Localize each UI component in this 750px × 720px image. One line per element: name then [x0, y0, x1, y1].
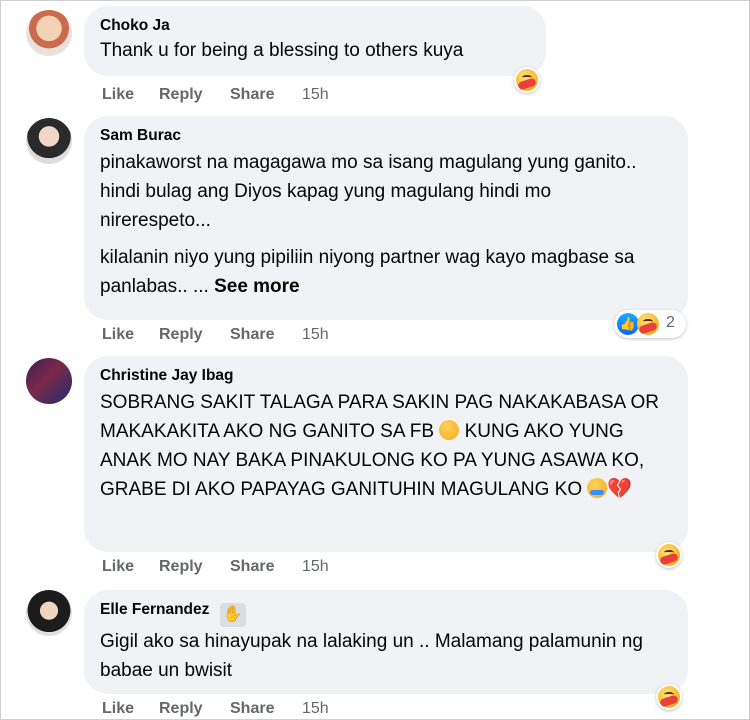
like-reaction-icon: 👍	[617, 313, 639, 335]
avatar[interactable]	[26, 10, 72, 56]
comment-bubble: Elle Fernandez ✋ Gigil ako sa hinayupak …	[84, 590, 688, 694]
comment-text-part: kilalanin niyo yung pipiliin niyong part…	[100, 247, 635, 297]
care-reaction-icon[interactable]	[514, 67, 540, 93]
share-button[interactable]: Share	[230, 86, 274, 104]
timestamp[interactable]: 15h	[302, 326, 329, 344]
reaction-count: 2	[666, 314, 675, 331]
timestamp[interactable]: 15h	[302, 700, 329, 718]
reply-button[interactable]: Reply	[159, 86, 203, 104]
broken-heart-emoji: 💔	[607, 478, 633, 500]
care-reaction-icon[interactable]	[656, 684, 682, 710]
comment-bubble: Choko Ja Thank u for being a blessing to…	[84, 6, 546, 76]
reply-button[interactable]: Reply	[159, 326, 203, 344]
avatar[interactable]	[26, 590, 72, 636]
like-button[interactable]: Like	[102, 86, 134, 104]
reply-button[interactable]: Reply	[159, 700, 203, 718]
comment-text: pinakaworst na magagawa mo sa isang magu…	[100, 152, 637, 231]
avatar[interactable]	[26, 358, 72, 404]
waving-hand-icon[interactable]: ✋	[219, 603, 246, 627]
see-more-link[interactable]: See more	[214, 276, 300, 297]
avatar[interactable]	[26, 118, 72, 164]
like-button[interactable]: Like	[102, 558, 134, 576]
crying-face-emoji	[587, 478, 608, 498]
care-reaction-icon[interactable]	[656, 542, 682, 568]
comment-author: Elle Fernandez ✋	[100, 600, 246, 627]
share-button[interactable]: Share	[230, 326, 274, 344]
sad-face-emoji	[439, 420, 460, 440]
reaction-summary[interactable]: 👍 2	[614, 310, 686, 338]
comment-bubble: Sam Burac pinakaworst na magagawa mo sa …	[84, 116, 688, 320]
comment-text: SOBRANG SAKIT TALAGA PARA SAKIN PAG NAKA…	[100, 388, 660, 504]
comment-text: kilalanin niyo yung pipiliin niyong part…	[100, 243, 660, 301]
timestamp[interactable]: 15h	[302, 86, 329, 104]
reply-button[interactable]: Reply	[159, 558, 203, 576]
like-button[interactable]: Like	[102, 326, 134, 344]
author-name[interactable]: Elle Fernandez	[100, 601, 209, 618]
care-reaction-icon	[637, 313, 659, 335]
comment-text: Thank u for being a blessing to others k…	[100, 40, 464, 61]
share-button[interactable]: Share	[230, 700, 274, 718]
comment-bubble: Christine Jay Ibag SOBRANG SAKIT TALAGA …	[84, 356, 688, 552]
timestamp[interactable]: 15h	[302, 558, 329, 576]
comment-author[interactable]: Sam Burac	[100, 126, 181, 146]
comment-author[interactable]: Choko Ja	[100, 16, 170, 36]
comment-author[interactable]: Christine Jay Ibag	[100, 366, 234, 386]
comment-text: Gigil ako sa hinayupak na lalaking un ..…	[100, 631, 643, 681]
share-button[interactable]: Share	[230, 558, 274, 576]
like-button[interactable]: Like	[102, 700, 134, 718]
